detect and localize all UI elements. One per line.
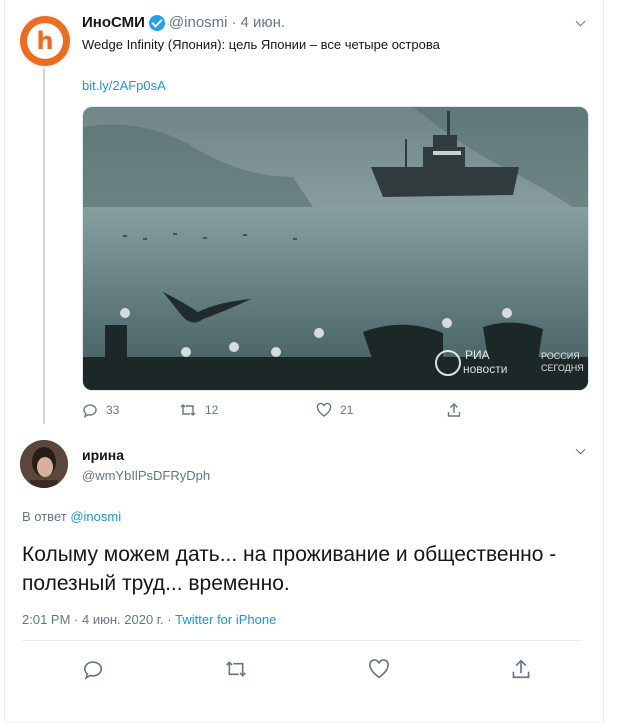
watermark-ria: РИА: [465, 348, 490, 362]
tweet2-meta: 2:01 PM · 4 июн. 2020 г. · Twitter for i…: [22, 612, 276, 627]
chevron-down-icon[interactable]: [573, 16, 589, 32]
like-count: 21: [340, 403, 354, 417]
share-button[interactable]: [446, 402, 462, 418]
avatar-logo: h: [27, 23, 63, 59]
tweet2-source[interactable]: Twitter for iPhone: [175, 612, 276, 627]
retweet-icon[interactable]: [224, 658, 248, 680]
tweet2-author-name[interactable]: ирина: [82, 447, 124, 463]
like-button[interactable]: 21: [316, 402, 446, 418]
tweet2-text: Колыму можем дать... на проживание и общ…: [22, 543, 557, 595]
retweet-icon: [179, 402, 197, 418]
tweet2-time[interactable]: 2:01 PM: [22, 612, 70, 627]
tweet2-actions: [82, 658, 532, 680]
reply-button[interactable]: 33: [82, 402, 179, 418]
foggy-sea-ship-image: РИА новости РОССИЯ СЕГОДНЯ: [83, 107, 588, 390]
user-photo: [20, 440, 68, 488]
watermark-novosti: новости: [463, 362, 507, 376]
verified-icon: [148, 14, 165, 31]
like-icon[interactable]: [368, 658, 390, 680]
tweet1-photo[interactable]: РИА новости РОССИЯ СЕГОДНЯ: [82, 106, 589, 391]
watermark-segodnya: СЕГОДНЯ: [541, 363, 584, 373]
avatar-logo-letter: h: [36, 27, 54, 55]
meta-dot-2: ·: [167, 612, 172, 627]
reply-to-line: В ответ @inosmi: [22, 509, 121, 524]
reply-count: 33: [106, 403, 120, 417]
tweet1-header: ИноСМИ @inosmi · 4 июн.: [82, 14, 285, 31]
meta-dot: ·: [74, 612, 79, 627]
reply-icon[interactable]: [82, 658, 104, 680]
retweet-count: 12: [205, 403, 219, 417]
tweet2-date[interactable]: 4 июн. 2020 г.: [82, 612, 164, 627]
divider: [22, 640, 582, 641]
share-icon: [446, 402, 462, 418]
share-icon[interactable]: [510, 658, 532, 680]
like-icon: [316, 402, 332, 418]
tweet1-date[interactable]: 4 июн.: [241, 14, 286, 31]
tweet1-link[interactable]: bit.ly/2AFp0sA: [82, 78, 166, 93]
irina-avatar[interactable]: [20, 440, 68, 488]
reply-to-prefix: В ответ: [22, 509, 67, 524]
tweet1-author-handle[interactable]: @inosmi: [169, 14, 228, 31]
tweet1-text: Wedge Infinity (Япония): цель Японии – в…: [82, 37, 440, 52]
tweet1-actions: 33 12 21: [82, 402, 502, 418]
tweet2-author-handle[interactable]: @wmYbIlPsDFRyDph: [82, 468, 210, 483]
tweet1-author-name[interactable]: ИноСМИ: [82, 14, 145, 31]
watermark-rossiya: РОССИЯ: [541, 351, 580, 361]
reply-to-handle[interactable]: @inosmi: [70, 509, 121, 524]
retweet-button[interactable]: 12: [179, 402, 316, 418]
reply-icon: [82, 402, 98, 418]
inosmi-avatar[interactable]: h: [20, 16, 70, 66]
thread-connector-line: [43, 68, 45, 424]
tweet1-separator: ·: [231, 14, 237, 31]
chevron-down-icon[interactable]: [573, 444, 589, 460]
